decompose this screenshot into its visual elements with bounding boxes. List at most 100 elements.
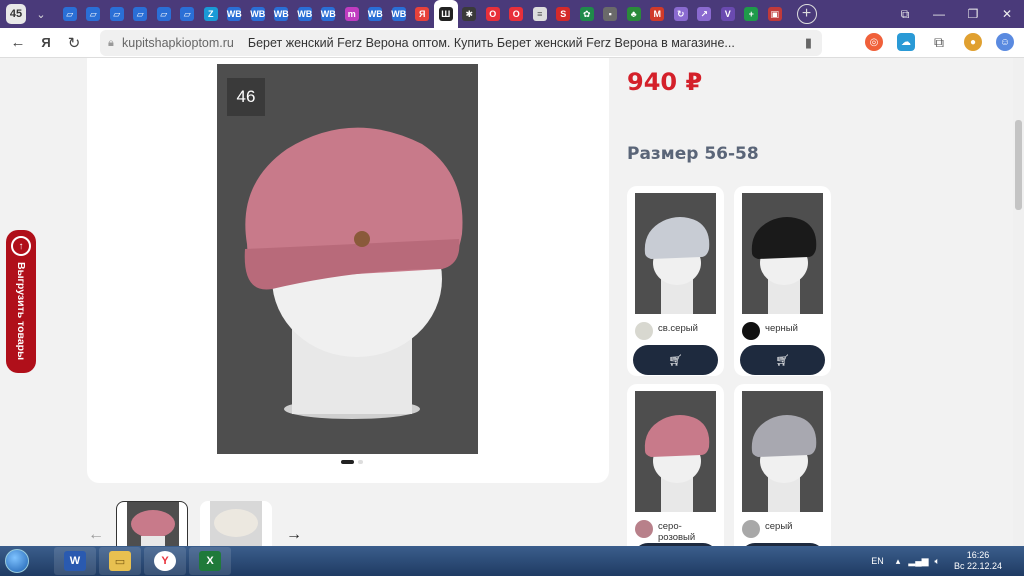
reload-button[interactable]: ↻ (60, 29, 88, 57)
close-button[interactable]: ✕ (990, 0, 1024, 28)
export-goods-tab[interactable]: ↑ Выгрузить товары (6, 230, 36, 373)
excel-icon: X (199, 551, 221, 571)
browser-tab[interactable]: ▪ (599, 0, 623, 28)
pagination-dot-active[interactable] (341, 460, 354, 464)
wb-icon: WB (250, 7, 266, 21)
browser-tab[interactable]: Я (411, 0, 435, 28)
browser-tab[interactable]: ▱ (129, 0, 153, 28)
browser-tab[interactable]: ✿ (575, 0, 599, 28)
puzzle-extension-icon[interactable]: ⧉ (930, 33, 948, 51)
network-icon[interactable]: ▂▄▆ (908, 556, 928, 567)
tray-expand-icon[interactable]: ▴ (896, 556, 901, 567)
system-clock[interactable]: 16:26 Вс 22.12.24 (954, 550, 1002, 572)
s-icon: S (556, 7, 571, 21)
chevron-down-icon[interactable]: ⌄ (32, 8, 50, 21)
browser-tab[interactable]: WB (364, 0, 388, 28)
variant-color-name: черный (765, 323, 798, 334)
taskbar-explorer[interactable]: ▭ (99, 547, 141, 575)
restore-button[interactable]: ❐ (956, 0, 990, 28)
browser-tab[interactable]: V (716, 0, 740, 28)
browser-tab[interactable]: m (340, 0, 364, 28)
record-extension-icon[interactable]: ◎ (865, 33, 883, 51)
browser-tab[interactable]: S (552, 0, 576, 28)
browser-tab[interactable]: WB (387, 0, 411, 28)
browser-tab[interactable]: WB (223, 0, 247, 28)
thumbnail-1[interactable] (116, 501, 188, 546)
variant-color-name: серый (765, 521, 793, 532)
browser-tab[interactable]: O (505, 0, 529, 28)
blue-swoosh-icon: ▱ (86, 7, 101, 21)
arrow-tab-icon: ↗ (697, 7, 712, 21)
tab-count-button[interactable]: 45 (6, 4, 26, 24)
variant-hat-image (644, 217, 710, 314)
bookmark-icon[interactable]: ▮ (805, 35, 812, 51)
variant-photo[interactable] (635, 193, 716, 314)
browser-tab[interactable]: ▱ (176, 0, 200, 28)
browser-tab[interactable]: + (740, 0, 764, 28)
page-scrollbar[interactable] (1013, 58, 1024, 546)
browser-tab[interactable]: ≡ (528, 0, 552, 28)
browser-tab[interactable]: ▱ (152, 0, 176, 28)
yandex-logo-icon[interactable]: Я (32, 29, 60, 57)
taskbar-word[interactable]: W (54, 547, 96, 575)
new-tab-button[interactable]: + (796, 4, 817, 24)
url-field[interactable]: 🔒︎ kupitshapkioptom.ru Берет женский Fer… (100, 30, 822, 56)
browser-tab[interactable]: ▣ (763, 0, 787, 28)
browser-tab[interactable]: WB (270, 0, 294, 28)
back-button[interactable]: ← (4, 29, 32, 57)
browser-tab[interactable]: WB (293, 0, 317, 28)
cloud-extension-icon[interactable]: ☁ (897, 33, 915, 51)
add-to-cart-button[interactable]: 🛒︎ (633, 345, 718, 375)
browser-tab[interactable]: ♣ (622, 0, 646, 28)
refresh-tab-icon: ↻ (673, 7, 688, 21)
thumbnail-2[interactable] (200, 501, 272, 546)
folder-icon: ▭ (109, 551, 131, 571)
account-icon[interactable]: ☺ (996, 33, 1014, 51)
browser-tab[interactable]: WB (317, 0, 341, 28)
browser-tab[interactable]: ✱ (458, 0, 482, 28)
green-gear-icon: ✿ (579, 7, 594, 21)
browser-tab[interactable]: O (481, 0, 505, 28)
browser-tab[interactable]: ↗ (693, 0, 717, 28)
language-indicator[interactable]: EN (871, 556, 884, 566)
pagination-dot[interactable] (358, 460, 363, 464)
variant-card[interactable]: серый🛒︎ (734, 384, 831, 546)
browser-tab[interactable]: ▱ (82, 0, 106, 28)
browser-tab-bar: 45 ⌄ ▱ ▱ ▱ ▱ ▱ ▱ Z WB WB WB WB WB m WB WB Я Ш ✱ O O ≡ S ✿ ▪ ♣ M ↻ ↗… (0, 0, 1024, 28)
windows-logo-icon (5, 549, 29, 573)
variant-card[interactable]: серо-розовый🛒︎ (627, 384, 724, 546)
variant-card[interactable]: черный 🛒︎ (734, 186, 831, 376)
product-main-photo[interactable]: 46 (217, 64, 478, 454)
wb-icon: WB (367, 7, 383, 21)
browser-tab[interactable]: ↻ (669, 0, 693, 28)
variant-card[interactable]: св.серый 🛒︎ (627, 186, 724, 376)
cart-icon: 🛒︎ (668, 354, 683, 367)
sh-icon: Ш (438, 7, 453, 21)
browser-tab[interactable]: ▱ (58, 0, 82, 28)
product-price: 940 ₽ (627, 68, 703, 96)
lock-icon: 🔒︎ (108, 36, 114, 49)
variant-color-name: серо-розовый (658, 521, 696, 543)
bookmark-manager-icon[interactable]: ⧉ (888, 0, 922, 28)
add-to-cart-button[interactable]: 🛒︎ (740, 345, 825, 375)
wb-icon: WB (297, 7, 313, 21)
taskbar-yandex-browser[interactable]: Y (144, 547, 186, 575)
taskbar-excel[interactable]: X (189, 547, 231, 575)
variant-photo[interactable] (742, 193, 823, 314)
scrollbar-thumb[interactable] (1015, 120, 1022, 210)
browser-tab[interactable]: M (646, 0, 670, 28)
thumb-next-arrow-icon[interactable]: → (286, 526, 302, 544)
variant-photo[interactable] (742, 391, 823, 512)
thumb-prev-arrow-icon[interactable]: ← (88, 526, 104, 544)
start-button[interactable] (0, 546, 34, 576)
minimize-button[interactable]: — (922, 0, 956, 28)
leaf-icon: ♣ (626, 7, 641, 21)
browser-tab[interactable]: Z (199, 0, 223, 28)
browser-tab[interactable]: Ш (434, 0, 458, 28)
variant-photo[interactable] (635, 391, 716, 512)
volume-icon[interactable]: 🔈︎ (935, 556, 940, 567)
browser-tab[interactable]: WB (246, 0, 270, 28)
profile-extension-icon[interactable]: ● (964, 33, 982, 51)
clock-time: 16:26 (966, 550, 990, 560)
browser-tab[interactable]: ▱ (105, 0, 129, 28)
